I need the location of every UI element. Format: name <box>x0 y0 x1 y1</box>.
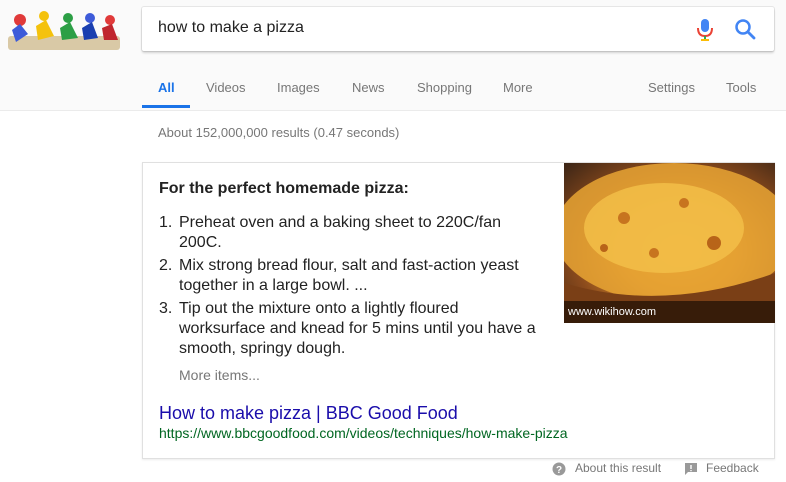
search-icon[interactable] <box>734 18 756 40</box>
more-items-link[interactable]: More items... <box>179 367 260 383</box>
tab-news[interactable]: News <box>352 80 385 95</box>
result-stats: About 152,000,000 results (0.47 seconds) <box>158 125 400 140</box>
featured-snippet-card: For the perfect homemade pizza: 1. Prehe… <box>142 162 775 459</box>
header-bar: how to make a pizza All Videos Images Ne… <box>0 0 786 111</box>
search-box[interactable]: how to make a pizza <box>142 7 774 51</box>
image-source-caption: www.wikihow.com <box>564 301 775 323</box>
feedback-icon[interactable] <box>684 462 698 476</box>
result-title-link[interactable]: How to make pizza | BBC Good Food <box>159 403 458 424</box>
list-item: 1. Preheat oven and a baking sheet to 22… <box>159 213 544 253</box>
svg-text:?: ? <box>556 465 562 476</box>
pizza-illustration <box>564 163 775 323</box>
list-item: 2. Mix strong bread flour, salt and fast… <box>159 256 544 296</box>
help-icon[interactable]: ? <box>552 462 566 476</box>
active-tab-indicator <box>142 105 190 108</box>
settings-link[interactable]: Settings <box>648 80 695 95</box>
pizza-image[interactable]: www.wikihow.com <box>564 163 775 323</box>
result-url: https://www.bbcgoodfood.com/videos/techn… <box>159 425 568 441</box>
google-doodle-logo[interactable] <box>6 6 124 54</box>
tab-videos[interactable]: Videos <box>206 80 246 95</box>
step-text: Tip out the mixture onto a lightly flour… <box>179 300 536 357</box>
step-number: 3. <box>159 300 173 317</box>
step-number: 2. <box>159 257 173 274</box>
snippet-heading: For the perfect homemade pizza: <box>159 180 409 197</box>
tab-more[interactable]: More <box>503 80 533 95</box>
tools-link[interactable]: Tools <box>726 80 756 95</box>
tab-all[interactable]: All <box>158 80 175 95</box>
about-this-result-link[interactable]: About this result <box>575 461 661 475</box>
list-item: 3. Tip out the mixture onto a lightly fl… <box>159 299 544 359</box>
feedback-link[interactable]: Feedback <box>706 461 759 475</box>
step-text: Preheat oven and a baking sheet to 220C/… <box>179 214 502 251</box>
tab-images[interactable]: Images <box>277 80 320 95</box>
snippet-steps-list: 1. Preheat oven and a baking sheet to 22… <box>159 213 544 362</box>
step-number: 1. <box>159 214 173 231</box>
microphone-icon[interactable] <box>696 18 714 42</box>
tab-shopping[interactable]: Shopping <box>417 80 472 95</box>
step-text: Mix strong bread flour, salt and fast-ac… <box>179 257 519 294</box>
search-input[interactable]: how to make a pizza <box>158 19 304 37</box>
